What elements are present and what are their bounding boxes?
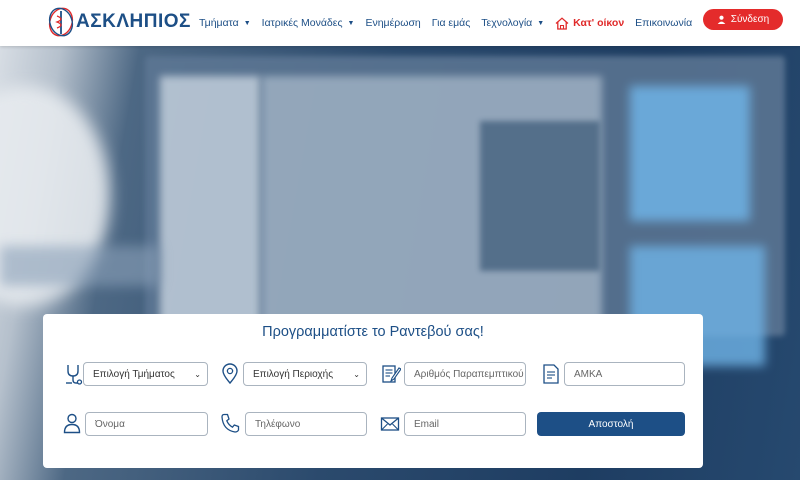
prescription-icon: [381, 363, 402, 385]
nav-label: Επικοινωνία: [635, 17, 693, 29]
login-button[interactable]: Σύνδεση: [703, 9, 783, 30]
name-input[interactable]: [85, 412, 208, 436]
department-select-value: Επιλογή Τμήματος: [93, 368, 175, 380]
referral-number-input[interactable]: [404, 362, 526, 386]
stethoscope-icon: [63, 363, 83, 385]
nav-item-departments[interactable]: Τμήματα ▼: [199, 17, 251, 29]
main-nav: Τμήματα ▼ Ιατρικές Μονάδες ▼ Ενημέρωση Γ…: [199, 0, 703, 46]
site-header: ΑΣΚΛΗΠΙΟΣ Τμήματα ▼ Ιατρικές Μονάδες ▼ Ε…: [0, 0, 800, 46]
screen-panel-left: [160, 76, 260, 326]
envelope-icon: [380, 413, 400, 435]
caret-down-icon: ▼: [243, 19, 251, 27]
nav-item-home-care[interactable]: Κατ' οίκον: [555, 16, 625, 30]
nav-label: Τεχνολογία: [481, 17, 533, 29]
caduceus-logo-icon: [48, 7, 74, 37]
location-pin-icon: [220, 363, 240, 385]
scanner-band: [0, 246, 160, 286]
nav-item-news[interactable]: Ενημέρωση: [365, 17, 420, 29]
phone-icon: [220, 412, 240, 434]
amka-input[interactable]: [564, 362, 685, 386]
referral-number-field[interactable]: [414, 363, 525, 385]
chevron-down-icon: ⌄: [353, 369, 360, 379]
email-field[interactable]: [414, 413, 525, 435]
user-icon: [717, 15, 726, 24]
email-input[interactable]: [404, 412, 526, 436]
region-select[interactable]: Επιλογή Περιοχής ⌄: [243, 362, 367, 386]
login-label: Σύνδεση: [730, 14, 770, 25]
region-select-value: Επιλογή Περιοχής: [253, 368, 334, 380]
amka-field[interactable]: [574, 363, 684, 385]
phone-input[interactable]: [245, 412, 367, 436]
nav-label: Κατ' οίκον: [573, 17, 625, 29]
logo[interactable]: ΑΣΚΛΗΠΙΟΣ: [48, 4, 191, 40]
form-title: Προγραμματίστε το Ραντεβού σας!: [262, 324, 484, 340]
screen-panel-dark: [480, 121, 600, 271]
nav-label: Για εμάς: [431, 17, 471, 29]
person-icon: [62, 412, 82, 434]
document-icon: [541, 363, 561, 385]
department-select[interactable]: Επιλογή Τμήματος ⌄: [83, 362, 208, 386]
submit-button[interactable]: Αποστολή: [537, 412, 685, 436]
caret-down-icon: ▼: [347, 19, 355, 27]
appointment-form: Προγραμματίστε το Ραντεβού σας! Επιλογή …: [43, 314, 703, 468]
nav-item-technology[interactable]: Τεχνολογία ▼: [481, 17, 544, 29]
nav-item-contact[interactable]: Επικοινωνία: [635, 17, 692, 29]
nav-label: Ενημέρωση: [365, 17, 421, 29]
caret-down-icon: ▼: [537, 19, 545, 27]
nav-item-medical-units[interactable]: Ιατρικές Μονάδες ▼: [262, 17, 355, 29]
chevron-down-icon: ⌄: [194, 369, 201, 379]
name-field[interactable]: [95, 413, 207, 435]
nav-label: Ιατρικές Μονάδες: [261, 17, 343, 29]
logo-text: ΑΣΚΛΗΠΙΟΣ: [76, 11, 191, 32]
home-icon: [555, 16, 569, 30]
phone-field[interactable]: [255, 413, 366, 435]
nav-item-about[interactable]: Για εμάς: [432, 17, 471, 29]
nav-label: Τμήματα: [199, 17, 239, 29]
xray-image-top: [630, 86, 750, 221]
